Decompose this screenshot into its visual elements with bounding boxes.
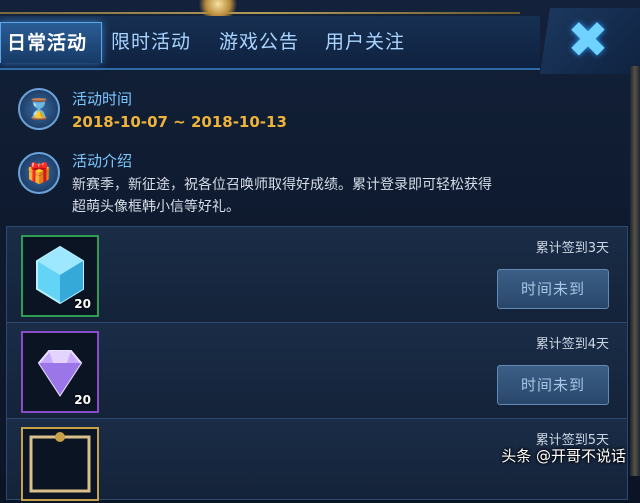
reward-row-day-3: 20 累计签到3天 时间未到 — [6, 226, 628, 324]
reward-row-day-4: 20 累计签到4天 时间未到 — [6, 322, 628, 420]
reward-quantity: 20 — [74, 297, 91, 311]
gift-glyph: 🎁 — [26, 161, 52, 185]
watermark: 头条 @开哥不说话 — [501, 447, 626, 465]
reward-streak-label: 累计签到4天 — [535, 337, 609, 352]
reward-streak-label: 累计签到3天 — [535, 241, 609, 256]
event-window: 日常活动 限时活动 游戏公告 用户关注 ✖ ⌛ 活动时间 2018-10-07 … — [0, 0, 640, 501]
tab-daily-events[interactable]: 日常活动 — [0, 22, 102, 63]
claim-button[interactable]: 时间未到 — [497, 365, 609, 405]
tab-game-announcements[interactable]: 游戏公告 — [219, 22, 299, 62]
right-gold-border — [630, 66, 640, 476]
event-intro-line-1: 新赛季，新征途，祝各位召唤师取得好成绩。累计登录即可轻松获得 — [72, 177, 492, 193]
reward-item-frame[interactable]: 20 — [21, 331, 99, 413]
hourglass-icon: ⌛ — [18, 88, 60, 130]
gift-icon: 🎁 — [18, 152, 60, 194]
event-time-label: 活动时间 — [72, 90, 133, 108]
event-intro-line-2: 超萌头像框韩小信等好礼。 — [72, 199, 240, 215]
tab-limited-events[interactable]: 限时活动 — [111, 22, 191, 62]
event-time-value: 2018-10-07 ~ 2018-10-13 — [72, 113, 287, 131]
event-intro-label: 活动介绍 — [72, 152, 133, 170]
tab-user-follow[interactable]: 用户关注 — [325, 22, 405, 62]
reward-item-frame[interactable] — [21, 427, 99, 501]
reward-quantity: 20 — [74, 393, 91, 407]
top-gold-border — [0, 12, 520, 14]
reward-item-frame[interactable]: 20 — [21, 235, 99, 317]
close-icon[interactable]: ✖ — [560, 12, 616, 68]
claim-button[interactable]: 时间未到 — [497, 269, 609, 309]
avatar-frame-icon — [29, 432, 91, 493]
hourglass-glyph: ⌛ — [26, 97, 52, 121]
